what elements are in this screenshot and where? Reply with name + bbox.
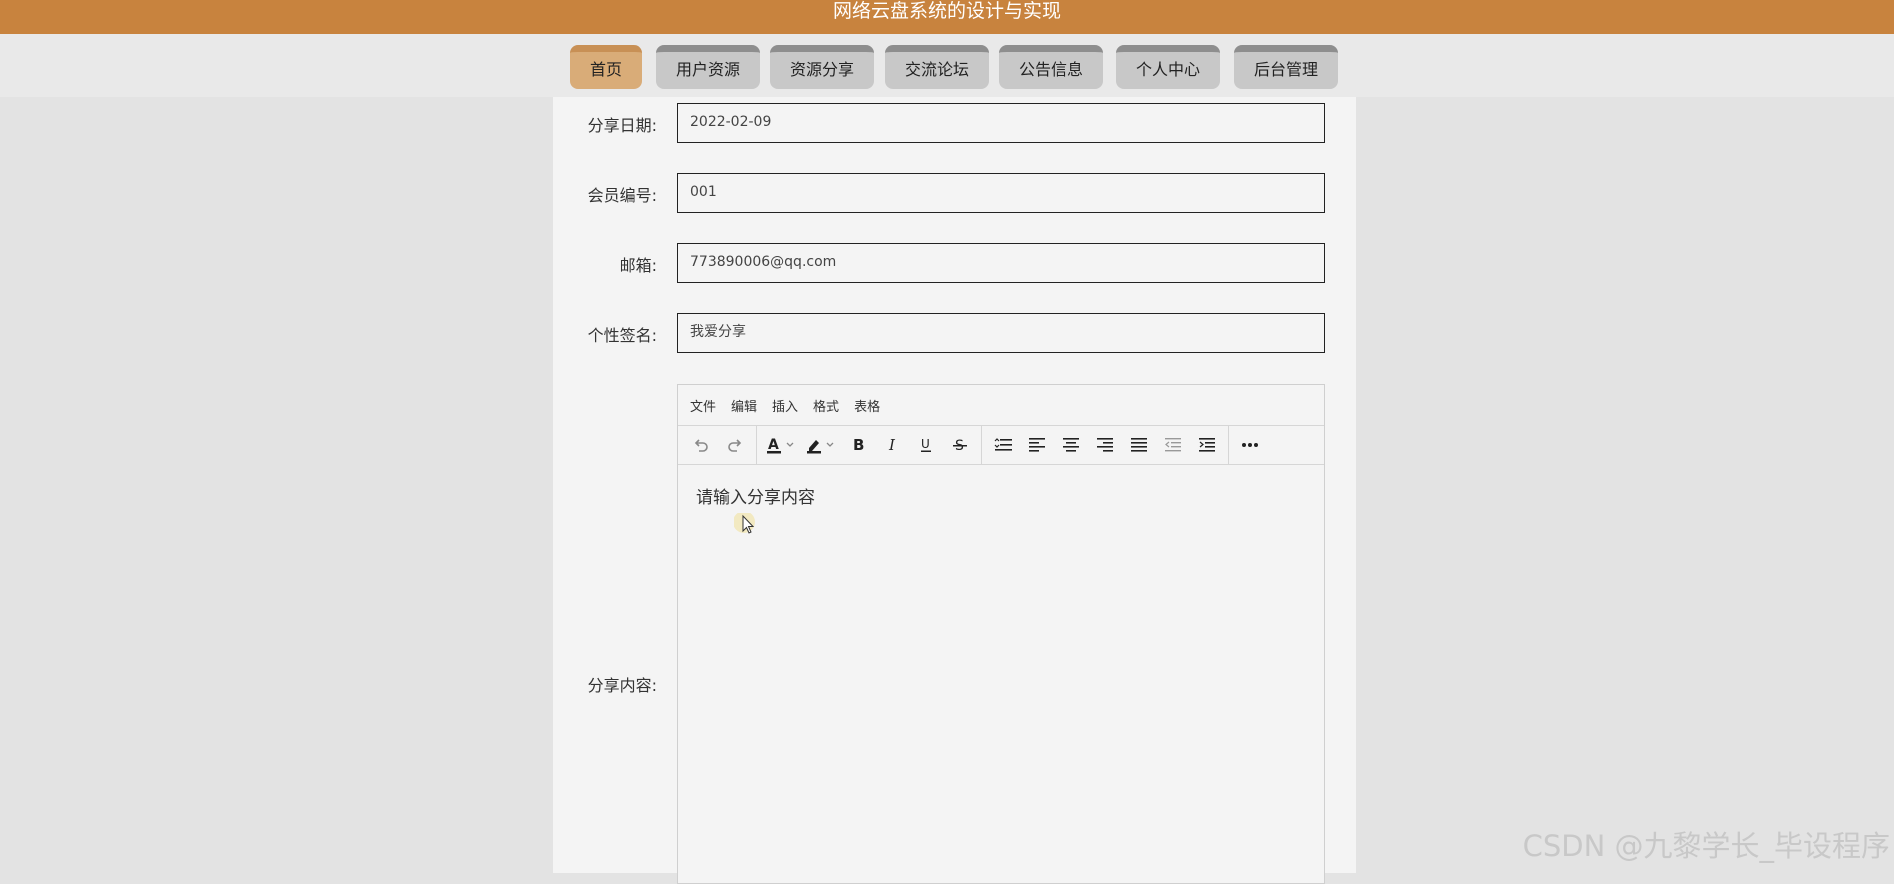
svg-text:B: B [853,437,864,453]
highlight-icon[interactable] [801,430,841,460]
tab-admin[interactable]: 后台管理 [1234,45,1338,89]
toolbar-divider [981,426,982,464]
watermark: CSDN @九黎学长_毕设程序 [1522,829,1890,863]
align-justify-icon[interactable] [1122,430,1156,460]
app-header: 网络云盘系统的设计与实现 [0,0,1894,34]
italic-icon[interactable]: I [875,430,909,460]
share-date-field[interactable]: 2022-02-09 [677,103,1325,143]
menu-table[interactable]: 表格 [854,396,880,415]
svg-text:A: A [768,437,779,453]
email-field[interactable]: 773890006@qq.com [677,243,1325,283]
toolbar-divider [756,426,757,464]
line-height-icon[interactable] [986,430,1020,460]
tab-forum[interactable]: 交流论坛 [885,45,989,89]
align-right-icon[interactable] [1088,430,1122,460]
menu-file[interactable]: 文件 [690,396,716,415]
svg-text:I: I [888,437,896,453]
app-title: 网络云盘系统的设计与实现 [832,0,1061,22]
nav-bar: 首页 用户资源 资源分享 交流论坛 公告信息 个人中心 后台管理 [0,34,1894,97]
toolbar-divider [1228,426,1229,464]
member-no-label: 会员编号: [587,186,657,205]
menu-format[interactable]: 格式 [813,396,839,415]
undo-icon[interactable] [684,430,718,460]
content-label: 分享内容: [587,676,657,695]
share-date-label: 分享日期: [587,116,657,135]
align-center-icon[interactable] [1054,430,1088,460]
tab-home[interactable]: 首页 [570,45,642,89]
tab-resource-share[interactable]: 资源分享 [770,45,874,89]
email-label: 邮箱: [619,256,657,275]
menu-edit[interactable]: 编辑 [731,396,757,415]
svg-text:U: U [921,437,930,451]
member-no-field[interactable]: 001 [677,173,1325,213]
redo-icon[interactable] [718,430,752,460]
editor-toolbar: A B I U S [678,426,1324,465]
content-placeholder: 请输入分享内容 [696,488,815,508]
more-icon[interactable] [1233,430,1267,460]
indent-icon[interactable] [1190,430,1224,460]
menu-insert[interactable]: 插入 [772,396,798,415]
align-left-icon[interactable] [1020,430,1054,460]
underline-icon[interactable]: U [909,430,943,460]
editor-menubar: 文件 编辑 插入 格式 表格 [678,385,1324,426]
bold-icon[interactable]: B [841,430,875,460]
outdent-icon[interactable] [1156,430,1190,460]
editor-content[interactable]: 请输入分享内容 [678,465,1324,526]
signature-label: 个性签名: [587,326,657,345]
signature-field[interactable]: 我爱分享 [677,313,1325,353]
form-panel: 分享日期: 2022-02-09 会员编号: 001 邮箱: 773890006… [553,97,1356,884]
tab-user-resources[interactable]: 用户资源 [656,45,760,89]
tab-notices[interactable]: 公告信息 [999,45,1103,89]
text-color-icon[interactable]: A [761,430,801,460]
mouse-cursor-icon [733,511,764,547]
tab-profile[interactable]: 个人中心 [1116,45,1220,89]
strikethrough-icon[interactable]: S [943,430,977,460]
rich-text-editor[interactable]: 文件 编辑 插入 格式 表格 A B I U S 请输入分享内容 [677,384,1325,884]
